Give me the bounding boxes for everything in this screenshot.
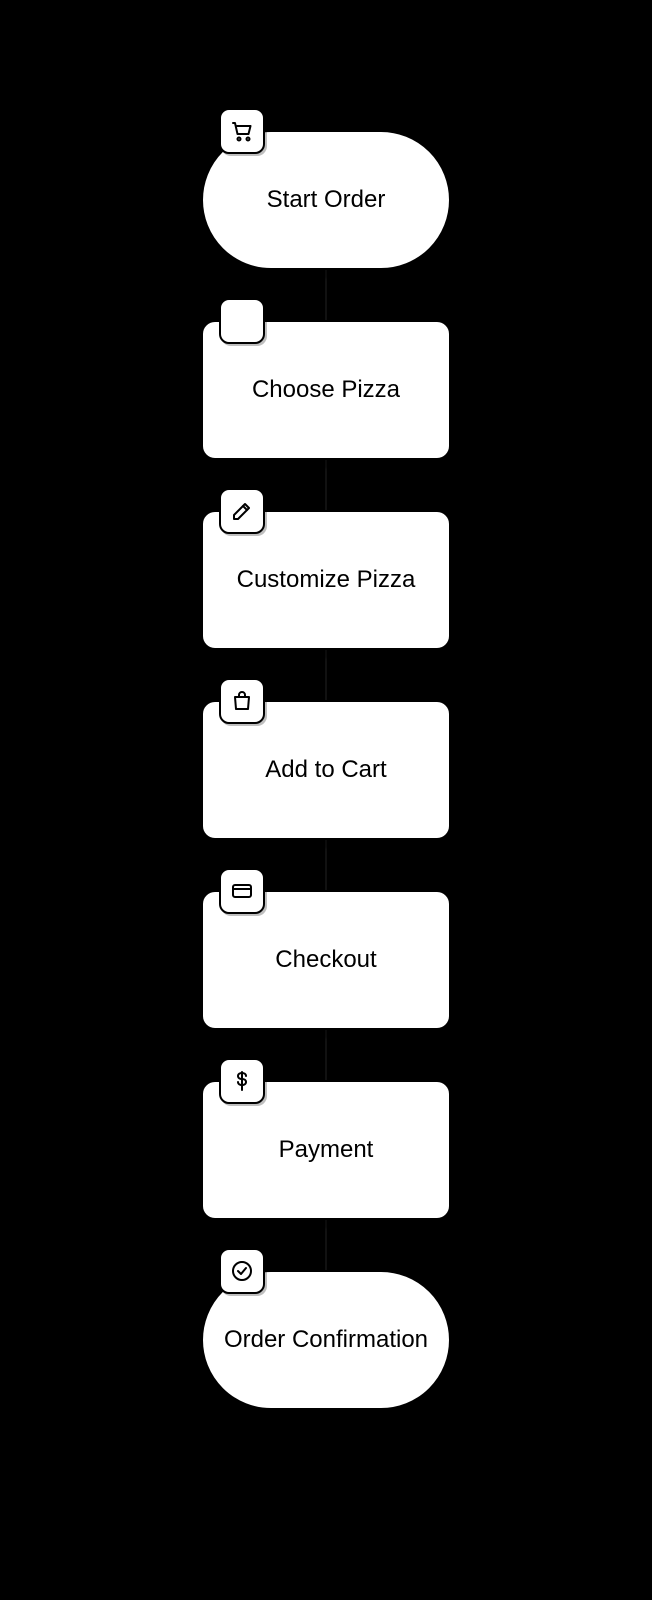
node-choose-pizza: Choose Pizza (201, 320, 451, 460)
node-label: Checkout (275, 945, 376, 975)
blank-icon (219, 298, 265, 344)
node-checkout: Checkout (201, 890, 451, 1030)
credit-card-icon (219, 868, 265, 914)
node-label: Payment (279, 1135, 374, 1165)
node-start-order: Start Order (201, 130, 451, 270)
dollar-icon (219, 1058, 265, 1104)
node-label: Order Confirmation (224, 1325, 428, 1355)
cart-icon (219, 108, 265, 154)
node-label: Choose Pizza (252, 375, 400, 405)
node-order-confirmation: Order Confirmation (201, 1270, 451, 1410)
node-add-to-cart: Add to Cart (201, 700, 451, 840)
shopping-bag-icon (219, 678, 265, 724)
edit-icon (219, 488, 265, 534)
check-circle-icon (219, 1248, 265, 1294)
flowchart-canvas: Start Order Choose Pizza Customize Pizza… (0, 0, 652, 1600)
node-payment: Payment (201, 1080, 451, 1220)
node-label: Add to Cart (265, 755, 386, 785)
node-label: Customize Pizza (237, 565, 416, 595)
node-label: Start Order (267, 185, 386, 215)
node-customize-pizza: Customize Pizza (201, 510, 451, 650)
